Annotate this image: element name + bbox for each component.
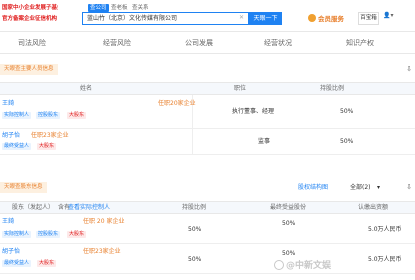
person-name[interactable]: 胡子怡 — [2, 132, 20, 140]
share-ratio: 50% — [340, 138, 354, 145]
col-position: 职位 — [234, 85, 247, 92]
nav-operational-risk[interactable]: 经营风险 — [103, 38, 131, 48]
category-nav: 司法风险 经营风险 公司发展 经营状况 知识产权 — [0, 32, 415, 54]
user-menu-icon[interactable]: 👤▾ — [383, 12, 393, 19]
tag: 最终受益人 — [2, 143, 32, 150]
vip-icon — [308, 14, 316, 22]
toolbox-button[interactable]: 百宝箱 — [358, 12, 379, 25]
tag: 大股东 — [67, 112, 87, 119]
position: 监事 — [258, 138, 271, 145]
nav-business-status[interactable]: 经营状况 — [264, 38, 292, 48]
subscribed-amount: 5.0万人民币 — [368, 226, 402, 233]
personnel-section-tab[interactable]: 天眼查主要人员信息 — [0, 64, 58, 75]
clear-icon[interactable]: ✕ — [239, 14, 244, 21]
tab-company[interactable]: 查公司 — [88, 4, 109, 12]
share-ratio: 50% — [188, 256, 202, 263]
tag: 控股股东 — [36, 112, 61, 119]
job-count[interactable]: 任职 20 家企业 — [83, 218, 124, 226]
share-ratio: 50% — [340, 108, 354, 115]
personnel-table-header: 姓名 职位 持股比例 — [0, 82, 415, 95]
tag: 最终受益人 — [2, 260, 32, 267]
promo-line1: 国家中小企业发展子基金旗下 — [2, 5, 58, 11]
person-name[interactable]: 胡子怡 — [2, 248, 20, 256]
table-row: 王錡 任职 20 家企业 实际控制人 控股股东 大股东 50% 50% 5.0万… — [0, 214, 415, 244]
position: 执行董事、经理 — [232, 108, 275, 115]
job-count[interactable]: 任职20家企业 — [158, 100, 196, 108]
search-button[interactable]: 天眼一下 — [249, 12, 282, 25]
equity-chart-link[interactable]: 股权结构图 — [298, 184, 328, 192]
promo-line2: 官方备案企业征信机构 — [2, 16, 58, 22]
vip-label: 会员服务 — [318, 15, 344, 23]
job-count[interactable]: 任职23家企业 — [83, 248, 121, 256]
tag: 大股东 — [37, 143, 57, 150]
nav-ip[interactable]: 知识产权 — [346, 38, 374, 48]
col-amount: 认缴出资额 — [358, 204, 389, 211]
tag: 控股股东 — [36, 231, 61, 238]
export-icon[interactable]: ⇩ — [406, 65, 412, 73]
job-count[interactable]: 任职23家企业 — [31, 132, 69, 140]
col-ratio: 持股比例 — [320, 85, 345, 92]
table-row: 胡子怡 任职23家企业 最终受益人 大股东 50% 50% 5.0万人民币 — [0, 244, 415, 274]
tag: 实际控制人 — [2, 231, 32, 238]
col-divider — [192, 129, 193, 154]
top-bar: 国家中小企业发展子基金旗下 官方备案企业征信机构 查公司 查老板 查关系 蓝山竹… — [0, 0, 415, 32]
person-name[interactable]: 王錡 — [2, 100, 14, 108]
watermark-text: @中新文娱 — [286, 261, 332, 271]
shareholder-table-header: 股东（发起人） 含有 查看实际控制人 持股比例 最终受益股份 认缴出资额 — [0, 201, 415, 214]
nav-company-development[interactable]: 公司发展 — [185, 38, 213, 48]
person-name[interactable]: 王錡 — [2, 218, 14, 226]
tag: 大股东 — [67, 231, 87, 238]
tab-relation[interactable]: 查关系 — [130, 4, 151, 12]
tab-boss[interactable]: 查老板 — [109, 4, 130, 12]
search-input[interactable]: 蓝山竹（北京）文化传媒有限公司 — [82, 12, 249, 25]
col-share: 持股比例 — [182, 204, 207, 211]
benefit-share: 50% — [282, 220, 296, 227]
tag: 大股东 — [37, 260, 57, 267]
export-icon[interactable]: ⇩ — [406, 183, 412, 191]
weibo-icon — [274, 260, 284, 270]
share-ratio: 50% — [188, 226, 202, 233]
col-name: 姓名 — [80, 85, 93, 92]
shareholder-section-tab[interactable]: 天眼查股东信息 — [0, 182, 47, 193]
table-row: 王錡 任职20家企业 实际控制人 控股股东 大股东 执行董事、经理 50% — [0, 95, 415, 129]
tag: 实际控制人 — [2, 112, 32, 119]
table-row: 胡子怡 任职23家企业 最终受益人 大股东 监事 50% — [0, 129, 415, 155]
filter-select[interactable]: 全部(2) — [350, 184, 371, 192]
col-shareholder: 股东（发起人） — [12, 204, 55, 211]
nav-judicial-risk[interactable]: 司法风险 — [18, 38, 46, 48]
actual-controller-link[interactable]: 查看实际控制人 — [68, 202, 110, 213]
col-benefit: 最终受益股份 — [270, 204, 307, 211]
vip-service-link[interactable]: 会员服务 — [308, 13, 344, 23]
promo-banner[interactable]: 国家中小企业发展子基金旗下 官方备案企业征信机构 — [0, 3, 58, 25]
chevron-down-icon[interactable]: ▾ — [377, 184, 380, 192]
subscribed-amount: 5.0万人民币 — [368, 256, 402, 263]
watermark: @中新文娱 — [274, 258, 331, 271]
benefit-share: 50% — [282, 250, 296, 257]
